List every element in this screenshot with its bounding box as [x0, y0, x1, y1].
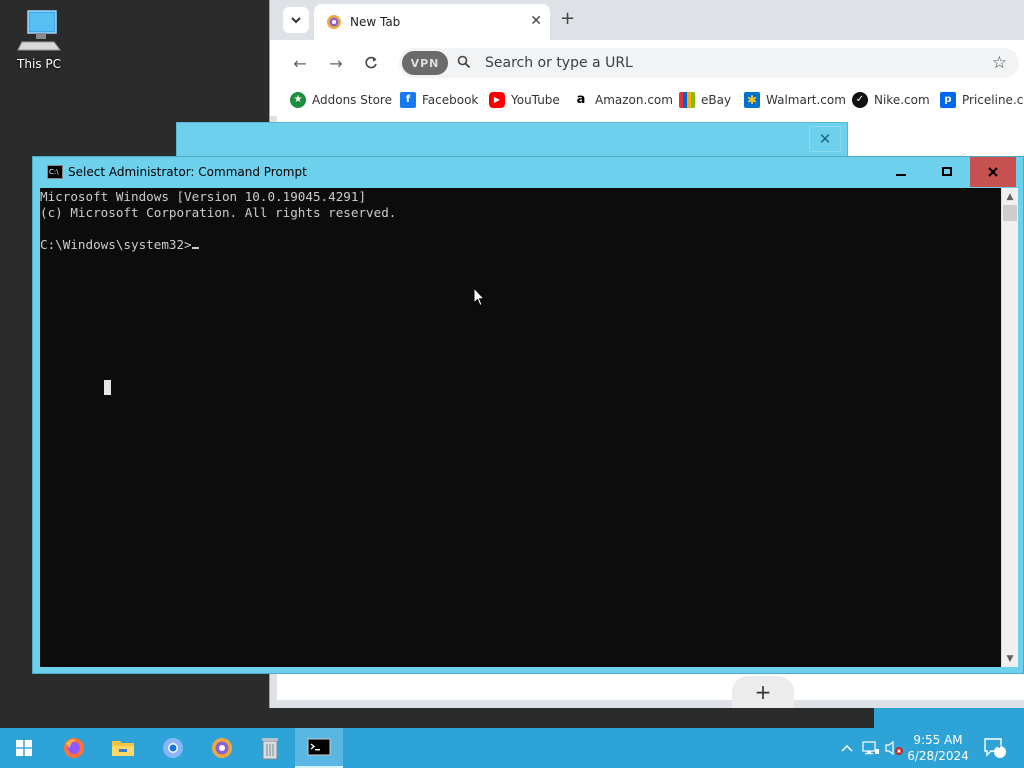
console-output[interactable]: Microsoft Windows [Version 10.0.19045.42… — [40, 188, 1001, 667]
bookmark-label: Priceline.com — [962, 93, 1024, 107]
walmart-icon: ✱ — [744, 92, 760, 108]
youtube-icon: ▶ — [489, 92, 505, 108]
ebay-icon — [679, 92, 695, 108]
system-clock[interactable]: 9:55 AM 6/28/2024 — [900, 732, 976, 764]
bookmark-label: Facebook — [422, 93, 479, 107]
bookmark-priceline[interactable]: p Priceline.com — [940, 92, 1024, 108]
scroll-thumb[interactable] — [1003, 205, 1017, 221]
taskbar-command-prompt[interactable] — [295, 728, 343, 768]
cmd-window-title: Select Administrator: Command Prompt — [68, 165, 307, 179]
folder-icon — [112, 741, 134, 756]
computer-icon — [17, 10, 61, 51]
new-tab-icon[interactable]: + — [560, 10, 575, 28]
bookmark-label: YouTube — [511, 93, 560, 107]
browser-toolbar: ← → VPN Search or type a URL ☆ — [270, 40, 1024, 86]
close-button[interactable] — [970, 157, 1016, 187]
minimize-button[interactable] — [878, 157, 924, 187]
tab-strip: New Tab ✕ + — [270, 0, 1024, 40]
notification-strip — [874, 708, 1024, 728]
cmd-window: C:\ Select Administrator: Command Prompt… — [32, 156, 1024, 674]
vertical-scrollbar[interactable]: ▲ ▼ — [1001, 188, 1018, 667]
taskbar-file-explorer[interactable] — [99, 728, 147, 768]
amazon-icon: a — [573, 92, 589, 108]
recycle-bin-icon — [262, 738, 278, 760]
console-prompt-line: C:\Windows\system32> — [40, 237, 1001, 253]
bookmark-star-icon[interactable]: ☆ — [992, 53, 1007, 73]
scroll-down-icon[interactable]: ▼ — [1002, 650, 1018, 667]
notification-count: 4 — [994, 741, 1002, 751]
console-line: (c) Microsoft Corporation. All rights re… — [40, 205, 397, 220]
bookmark-label: Addons Store — [312, 93, 392, 107]
addons-store-icon: ★ — [290, 92, 306, 108]
bookmark-walmart[interactable]: ✱ Walmart.com — [744, 92, 846, 108]
firefox-icon — [64, 738, 84, 758]
reload-icon[interactable] — [361, 53, 381, 73]
bookmark-label: eBay — [701, 93, 732, 107]
action-center-button[interactable]: 4 — [980, 728, 1010, 768]
desktop-icon-label: This PC — [17, 57, 61, 71]
tab-title: New Tab — [350, 15, 401, 29]
bookmarks-bar: ★ Addons Store f Facebook ▶ YouTube a Am… — [270, 86, 1024, 116]
tab-search-button[interactable] — [283, 7, 309, 33]
minimize-icon — [896, 174, 906, 176]
bookmark-addons-store[interactable]: ★ Addons Store — [290, 92, 392, 108]
bookmark-youtube[interactable]: ▶ YouTube — [489, 92, 560, 108]
bookmark-ebay[interactable]: eBay — [679, 92, 731, 108]
cmd-title-bar[interactable]: C:\ Select Administrator: Command Prompt — [33, 157, 1023, 188]
cmd-app-icon: C:\ — [47, 165, 63, 179]
network-icon[interactable] — [860, 728, 880, 768]
search-icon — [457, 55, 471, 72]
console-prompt: C:\Windows\system32> — [40, 237, 192, 252]
dialog-close-icon[interactable]: ✕ — [809, 126, 841, 152]
maximize-button[interactable] — [924, 157, 970, 187]
crosshair-icon[interactable]: + — [732, 676, 794, 708]
taskbar-chrome[interactable] — [149, 728, 197, 768]
clock-time: 9:55 AM — [913, 733, 963, 747]
back-icon[interactable]: ← — [290, 53, 310, 73]
forward-icon[interactable]: → — [326, 53, 346, 73]
address-bar[interactable]: VPN Search or type a URL ☆ — [399, 48, 1019, 78]
browser-logo-icon — [326, 14, 342, 33]
desktop-icon-this-pc[interactable]: This PC — [8, 8, 70, 71]
start-button[interactable] — [0, 728, 48, 768]
console-line: Microsoft Windows [Version 10.0.19045.42… — [40, 189, 367, 204]
vpn-badge[interactable]: VPN — [402, 51, 448, 75]
block-cursor — [104, 380, 111, 395]
tab-close-icon[interactable]: ✕ — [530, 13, 542, 29]
taskbar-firefox[interactable] — [50, 728, 98, 768]
background-dialog: ✕ — [176, 122, 848, 158]
mouse-pointer-icon — [473, 287, 485, 307]
taskbar-recycle-bin[interactable] — [246, 728, 294, 768]
bookmark-nike[interactable]: ✓ Nike.com — [852, 92, 930, 108]
scroll-up-icon[interactable]: ▲ — [1002, 188, 1018, 205]
clock-date: 6/28/2024 — [907, 749, 969, 763]
tab-new-tab[interactable]: New Tab ✕ — [314, 4, 550, 40]
bookmark-facebook[interactable]: f Facebook — [400, 92, 478, 108]
terminal-icon — [307, 738, 331, 756]
bookmark-label: Amazon.com — [595, 93, 673, 107]
text-caret — [191, 247, 199, 249]
bookmark-label: Nike.com — [874, 93, 930, 107]
facebook-icon: f — [400, 92, 416, 108]
bookmark-label: Walmart.com — [766, 93, 846, 107]
browser-icon — [163, 738, 183, 758]
taskbar: 9:55 AM 6/28/2024 4 — [0, 728, 1024, 768]
nike-icon: ✓ — [852, 92, 868, 108]
maximize-icon — [942, 167, 952, 176]
chevron-down-icon — [291, 16, 301, 23]
close-icon — [988, 167, 998, 177]
windows-logo-icon — [16, 740, 32, 756]
priceline-icon: p — [940, 92, 956, 108]
chevron-up-icon[interactable] — [838, 728, 856, 768]
bookmark-amazon[interactable]: a Amazon.com — [573, 92, 673, 108]
address-input[interactable]: Search or type a URL — [485, 55, 633, 71]
browser-logo-icon — [212, 738, 232, 758]
taskbar-browser[interactable] — [198, 728, 246, 768]
